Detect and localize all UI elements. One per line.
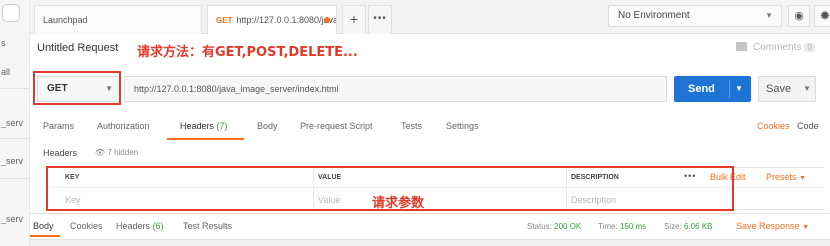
tab-settings[interactable]: Settings [446,121,479,131]
sidebar-divider [0,178,30,179]
size-value: 6.06 KB [684,222,713,231]
send-divider [729,80,730,98]
status-value: 200 OK [554,222,582,231]
save-button[interactable]: Save ▼ [758,76,816,102]
time-value: 150 ms [619,222,647,231]
left-sidebar: s all _serv _serv _serv [0,0,30,246]
eye-icon[interactable]: ◉ [788,5,810,27]
comments-count: 0 [804,43,815,52]
tab-method-label: GET [216,16,233,25]
active-tab-underline [167,138,244,140]
send-button[interactable]: Send ▼ [674,76,751,102]
response-active-underline [30,235,60,237]
tab-active-request[interactable]: GEThttp://127.0.0.1:8080/java_imag... [207,5,337,34]
comment-icon [736,42,747,51]
tab-launchpad[interactable]: Launchpad [34,5,202,34]
headers-section-label: Headers [43,148,78,158]
response-bar: Body Cookies Headers (6) Test Results St… [30,213,830,237]
chevron-down-icon: ▼ [765,11,773,20]
sidebar-item[interactable]: _serv [1,118,29,128]
send-label: Send [688,83,715,95]
chevron-down-icon: ▼ [802,224,809,231]
eye-icon: 👁︎ [95,148,106,157]
bottom-strip [30,239,830,246]
save-label: Save [766,83,792,95]
highlight-method-box [33,71,121,105]
tab-launchpad-label: Launchpad [43,15,88,25]
save-response-button[interactable]: Save Response ▼ [736,221,809,231]
sidebar-item[interactable]: _serv [1,156,29,166]
gear-icon[interactable]: ✹ [814,5,830,27]
status-readout: Status: 200 OK [527,222,581,231]
tab-params[interactable]: Params [43,121,74,131]
presets-dropdown[interactable]: Presets ▼ [766,172,806,182]
environment-label: No Environment [618,10,690,21]
hidden-headers-label: 7 hidden [107,148,139,157]
tab-url-label: http://127.0.0.1:8080/java_imag... [236,15,336,25]
tab-headers-label: Headers [180,121,215,131]
code-link[interactable]: Code [797,121,819,131]
response-tab-body[interactable]: Body [33,221,54,231]
sidebar-divider [0,88,30,89]
unsaved-dot-icon [324,17,330,23]
more-tabs-button[interactable]: ••• [368,5,392,34]
send-caret-icon[interactable]: ▼ [735,76,743,102]
environment-select[interactable]: No Environment ▼ [608,5,782,27]
response-tab-cookies[interactable]: Cookies [70,221,103,231]
sidebar-fragment: s [1,38,6,48]
tab-authorization[interactable]: Authorization [97,121,150,131]
size-readout: Size: 6.06 KB [664,222,713,231]
tab-headers[interactable]: Headers (7) [180,121,228,131]
annotation-methods: 请求方法：有GET,POST,DELETE... [137,45,358,60]
time-label: Time: [598,222,618,231]
new-tab-button[interactable]: + [342,5,366,34]
sidebar-fragment[interactable]: all [1,67,29,77]
response-tab-headers[interactable]: Headers (6) [116,221,164,231]
comments-label: Comments [753,42,802,53]
status-label: Status: [527,222,552,231]
time-readout: Time: 150 ms [598,222,646,231]
tab-tests[interactable]: Tests [401,121,422,131]
tab-bar: Launchpad GEThttp://127.0.0.1:8080/java_… [30,0,830,34]
comments-button[interactable]: Comments 0 [736,42,815,53]
chevron-down-icon: ▼ [799,175,806,182]
save-caret-icon[interactable]: ▼ [803,77,811,101]
annotation-params: 请求参数 [372,196,425,211]
tab-prerequest-script[interactable]: Pre-request Script [300,121,373,131]
sidebar-divider [0,138,30,139]
tab-body[interactable]: Body [257,121,278,131]
cookies-link[interactable]: Cookies [757,121,790,131]
response-headers-label: Headers [116,221,151,231]
sidebar-search-box[interactable] [2,4,20,22]
tab-headers-count: (7) [216,121,228,131]
url-input[interactable]: http://127.0.0.1:8080/java_image_server/… [124,76,667,102]
request-title[interactable]: Untitled Request [37,42,118,54]
size-label: Size: [664,222,682,231]
hidden-headers-toggle[interactable]: 👁︎ 7 hidden [95,148,138,157]
response-tab-test-results[interactable]: Test Results [183,221,232,231]
response-headers-count: (6) [152,221,164,231]
sidebar-item[interactable]: _serv [1,214,29,224]
save-response-label: Save Response [736,221,800,231]
presets-label: Presets [766,172,797,182]
